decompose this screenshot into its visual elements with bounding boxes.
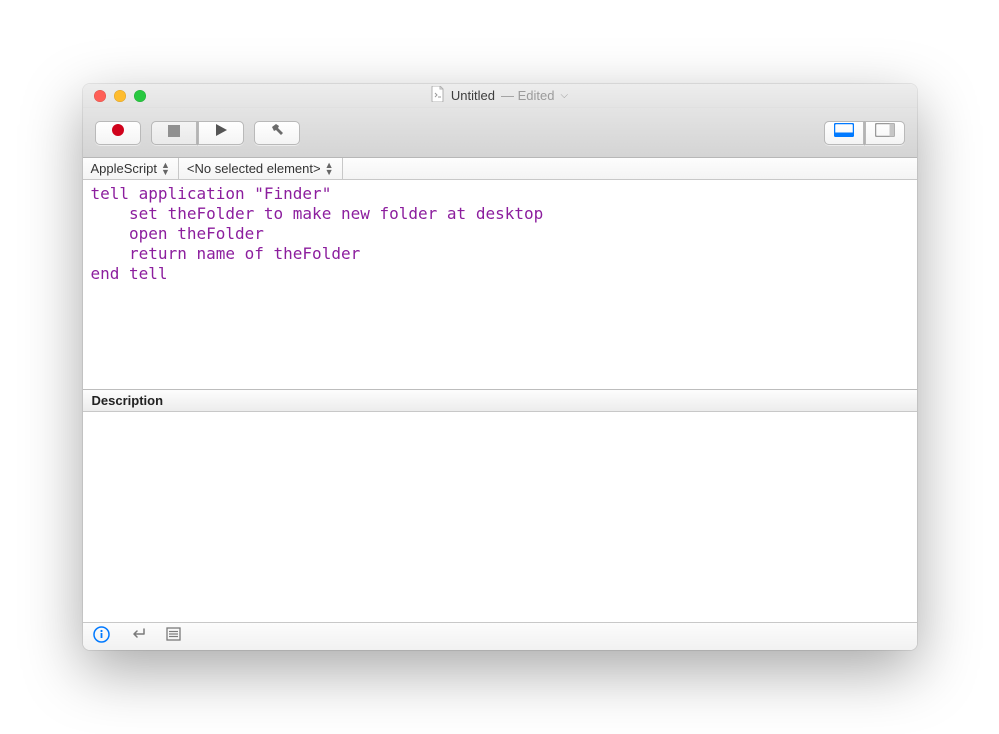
return-icon: [129, 627, 147, 646]
stop-button[interactable]: [151, 121, 197, 145]
title-menu-chevron-icon: ⌵: [560, 90, 568, 101]
record-icon: [111, 123, 125, 142]
record-button[interactable]: [95, 121, 141, 145]
script-editor-window: Untitled — Edited ⌵: [83, 84, 917, 650]
status-bar: [83, 622, 917, 650]
window-with-sidebar-icon: [875, 123, 895, 142]
script-editor-pane[interactable]: tell application "Finder" set theFolder …: [83, 180, 917, 390]
document-icon: [431, 86, 445, 105]
run-button[interactable]: [198, 121, 244, 145]
play-icon: [214, 123, 228, 142]
stepper-icon: ▲▼: [161, 162, 170, 176]
view-switcher: [824, 121, 905, 145]
zoom-window-button[interactable]: [134, 90, 146, 102]
close-window-button[interactable]: [94, 90, 106, 102]
info-icon: [93, 626, 110, 648]
toolbar: [83, 108, 917, 158]
language-selector[interactable]: AppleScript ▲▼: [83, 158, 179, 179]
hammer-icon: [269, 122, 285, 143]
description-label: Description: [92, 393, 164, 408]
run-controls-group: [151, 121, 244, 145]
window-with-panel-icon: [834, 123, 854, 142]
window-title: Untitled — Edited ⌵: [83, 86, 917, 105]
accessory-log-button[interactable]: [165, 628, 183, 646]
description-body[interactable]: [83, 412, 917, 622]
element-selector[interactable]: <No selected element> ▲▼: [179, 158, 343, 179]
element-label: <No selected element>: [187, 161, 321, 176]
titlebar[interactable]: Untitled — Edited ⌵: [83, 84, 917, 108]
document-name: Untitled: [451, 88, 495, 103]
language-label: AppleScript: [91, 161, 157, 176]
traffic-lights: [83, 90, 146, 102]
accessory-info-button[interactable]: [93, 628, 111, 646]
accessory-result-button[interactable]: [129, 628, 147, 646]
minimize-window-button[interactable]: [114, 90, 126, 102]
stepper-icon: ▲▼: [325, 162, 334, 176]
compile-button[interactable]: [254, 121, 300, 145]
view-log-button[interactable]: [824, 121, 864, 145]
view-description-button[interactable]: [865, 121, 905, 145]
document-status: — Edited: [501, 88, 554, 103]
stop-icon: [168, 124, 180, 142]
description-header[interactable]: Description: [83, 390, 917, 412]
navigation-bar: AppleScript ▲▼ <No selected element> ▲▼: [83, 158, 917, 180]
list-icon: [166, 627, 181, 646]
